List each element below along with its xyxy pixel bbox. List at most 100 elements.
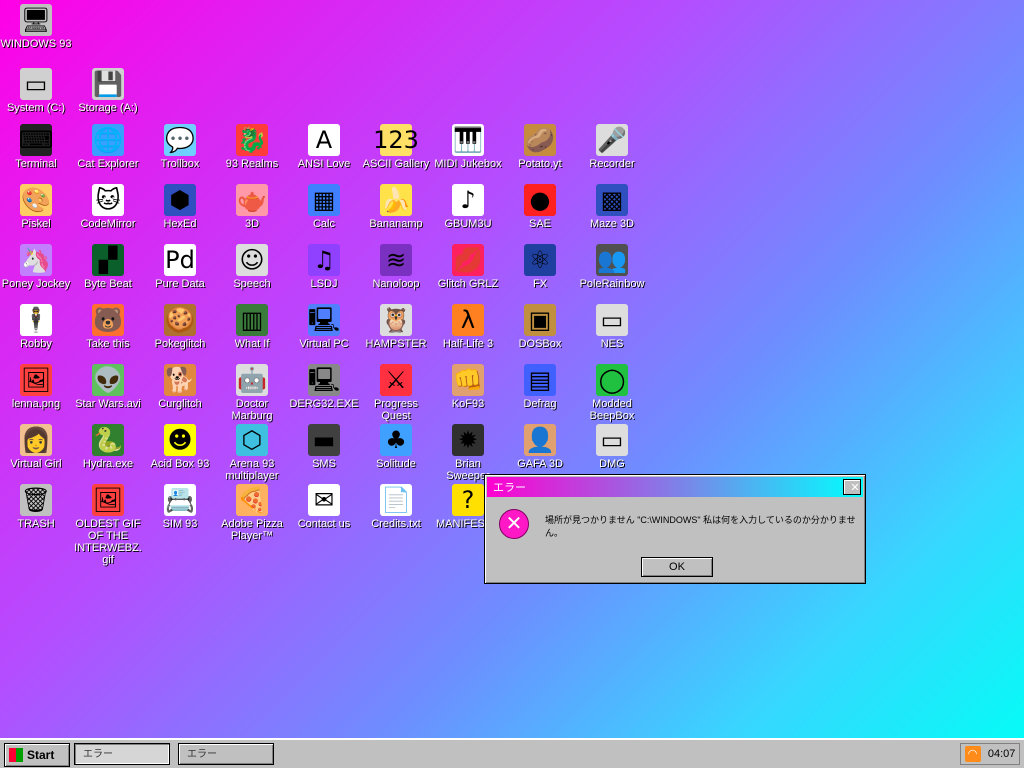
star-wars-avi-icon: 👽 <box>92 364 124 396</box>
desktop-icon-sms[interactable]: ▬ SMS <box>288 424 360 470</box>
desktop-icon-credits-txt[interactable]: 📄 Credits.txt <box>360 484 432 530</box>
desktop-icon-acid-box-93[interactable]: ☻ Acid Box 93 <box>144 424 216 470</box>
desktop-icon-ascii-gallery[interactable]: 123 ASCII Gallery <box>360 124 432 170</box>
desktop-icon-windows-93[interactable]: 🖥 WINDOWS 93 <box>0 4 72 50</box>
desktop-icon-piskel[interactable]: 🎨 Piskel <box>0 184 72 230</box>
desktop-icon-pokeglitch[interactable]: 🍪 Pokeglitch <box>144 304 216 350</box>
desktop-icon-dosbox[interactable]: ▣ DOSBox <box>504 304 576 350</box>
desktop-icon-modded-beepbox[interactable]: ◯ Modded BeepBox <box>576 364 648 422</box>
desktop-icon-fx[interactable]: ⚛ FX <box>504 244 576 290</box>
desktop-icon-recorder[interactable]: 🎤 Recorder <box>576 124 648 170</box>
desktop-icon-codemirror[interactable]: 🐱 CodeMirror <box>72 184 144 230</box>
desktop-icon-byte-beat[interactable]: ▞ Byte Beat <box>72 244 144 290</box>
taskbar-task-error-1[interactable]: エラー <box>74 743 170 765</box>
desktop-icon-curglitch[interactable]: 🐕 Curglitch <box>144 364 216 410</box>
manifesto-icon: ? <box>452 484 484 516</box>
desktop-icon-label: Curglitch <box>158 398 202 410</box>
desktop-icon-hampster[interactable]: 🦉 HAMPSTER <box>360 304 432 350</box>
desktop-icon-label: Maze 3D <box>589 218 635 230</box>
close-button[interactable]: ✕ <box>843 479 861 495</box>
desktop-icon-gbum3u[interactable]: ♪ GBUM3U <box>432 184 504 230</box>
pure-data-icon: Pd <box>164 244 196 276</box>
desktop-icon-derg32-exe[interactable]: 🖳 DERG32.EXE <box>288 364 360 410</box>
desktop-icon-cat-explorer[interactable]: 🌐 Cat Explorer <box>72 124 144 170</box>
desktop-icon-half-life-3[interactable]: λ Half-Life 3 <box>432 304 504 350</box>
desktop-icon-glitch-grlz[interactable]: 💋 Glitch GRLZ <box>432 244 504 290</box>
desktop-icon-nes[interactable]: ▭ NES <box>576 304 648 350</box>
desktop-icon-nanoloop[interactable]: ≋ Nanoloop <box>360 244 432 290</box>
desktop-icon-take-this[interactable]: 🐻 Take this <box>72 304 144 350</box>
desktop-icon-potato-yt[interactable]: 🥔 Potato.yt <box>504 124 576 170</box>
ok-button[interactable]: OK <box>641 557 713 577</box>
desktop-icon-gafa-3d[interactable]: 👤 GAFA 3D <box>504 424 576 470</box>
contact-us-icon: ✉ <box>308 484 340 516</box>
desktop-icon-pure-data[interactable]: Pd Pure Data <box>144 244 216 290</box>
desktop-icon-bananamp[interactable]: 🍌 Bananamp <box>360 184 432 230</box>
desktop-icon-label: PoleRainbow <box>579 278 645 290</box>
desktop-icon-progress-quest[interactable]: ⚔ Progress Quest <box>360 364 432 422</box>
desktop-icon-trollbox[interactable]: 💬 Trollbox <box>144 124 216 170</box>
desktop-icon-label: GAFA 3D <box>517 458 563 470</box>
desktop-icon-speech[interactable]: ☺ Speech <box>216 244 288 290</box>
maze-3d-icon: ▩ <box>596 184 628 216</box>
rss-icon[interactable]: ◠ <box>964 746 981 762</box>
desktop-icon-ansi-love[interactable]: A ANSI Love <box>288 124 360 170</box>
desktop-icon-label: Contact us <box>297 518 351 530</box>
desktop-icon-label: LSDJ <box>310 278 338 290</box>
start-button[interactable]: Start <box>4 743 70 767</box>
desktop-icon-label: Potato.yt <box>518 158 562 170</box>
byte-beat-icon: ▞ <box>92 244 124 276</box>
desktop-icon-93-realms[interactable]: 🐉 93 Realms <box>216 124 288 170</box>
desktop-icon-calc[interactable]: ▦ Calc <box>288 184 360 230</box>
desktop-icon-terminal[interactable]: ⌨ Terminal <box>0 124 72 170</box>
desktop-icon-label: HAMPSTER <box>365 338 427 350</box>
desktop-icon-maze-3d[interactable]: ▩ Maze 3D <box>576 184 648 230</box>
desktop: 🖥 WINDOWS 93 ▭ System (C:) 💾 Storage (A:) ⌨ Ter… <box>0 0 1024 738</box>
desktop-icon-midi-jukebox[interactable]: 🎹 MIDI Jukebox <box>432 124 504 170</box>
desktop-icon-trash[interactable]: 🗑 TRASH <box>0 484 72 530</box>
dialog-titlebar[interactable]: エラー ✕ <box>487 477 863 497</box>
desktop-icon-label: FX <box>532 278 548 290</box>
nanoloop-icon: ≋ <box>380 244 412 276</box>
desktop-icon-oldest-gif-of-the-interwebz-gif[interactable]: 🖼 OLDEST GIF OF THE INTERWEBZ.gif <box>72 484 144 566</box>
desktop-icon-storage-a[interactable]: 💾 Storage (A:) <box>72 68 144 114</box>
desktop-icon-label: Cat Explorer <box>77 158 139 170</box>
desktop-icon-poney-jockey[interactable]: 🦄 Poney Jockey <box>0 244 72 290</box>
desktop-icon-star-wars-avi[interactable]: 👽 Star Wars.avi <box>72 364 144 410</box>
speech-icon: ☺ <box>236 244 268 276</box>
desktop-icon-adobe-pizza-player[interactable]: 🍕 Adobe Pizza Player™ <box>216 484 288 542</box>
desktop-icon-label: Trollbox <box>160 158 200 170</box>
desktop-icon-label: SAE <box>528 218 551 230</box>
cat-explorer-icon: 🌐 <box>92 124 124 156</box>
desktop-icon-virtual-pc[interactable]: 🖳 Virtual PC <box>288 304 360 350</box>
polerainbow-icon: 👥 <box>596 244 628 276</box>
desktop-icon-solitude[interactable]: ♣ Solitude <box>360 424 432 470</box>
desktop-icon-virtual-girl[interactable]: 👩 Virtual Girl <box>0 424 72 470</box>
desktop-icon-label: SMS <box>312 458 336 470</box>
recorder-icon: 🎤 <box>596 124 628 156</box>
desktop-icon-lenna-png[interactable]: 🖼 lenna.png <box>0 364 72 410</box>
desktop-icon-sim-93[interactable]: 📇 SIM 93 <box>144 484 216 530</box>
desktop-icon-hydra-exe[interactable]: 🐍 Hydra.exe <box>72 424 144 470</box>
desktop-icon-polerainbow[interactable]: 👥 PoleRainbow <box>576 244 648 290</box>
desktop-icon-defrag[interactable]: ▤ Defrag <box>504 364 576 410</box>
desktop-icon-lsdj[interactable]: ♫ LSDJ <box>288 244 360 290</box>
desktop-icon-robby[interactable]: 🕴 Robby <box>0 304 72 350</box>
desktop-icon-hexed[interactable]: ⬢ HexEd <box>144 184 216 230</box>
desktop-icon-dmg[interactable]: ▭ DMG <box>576 424 648 470</box>
desktop-icon-label: NES <box>600 338 624 350</box>
taskbar-task-error-2[interactable]: エラー <box>178 743 274 765</box>
lenna-png-icon: 🖼 <box>20 364 52 396</box>
start-label: Start <box>27 748 55 762</box>
desktop-icon-kof93[interactable]: 👊 KoF93 <box>432 364 504 410</box>
desktop-icon-sae[interactable]: ● SAE <box>504 184 576 230</box>
desktop-icon-arena-93-multiplayer[interactable]: ⬡ Arena 93 multiplayer <box>216 424 288 482</box>
desktop-icon-what-if[interactable]: ▥ What If <box>216 304 288 350</box>
modded-beepbox-icon: ◯ <box>596 364 628 396</box>
desktop-icon-contact-us[interactable]: ✉ Contact us <box>288 484 360 530</box>
desktop-icon-3d[interactable]: 🫖 3D <box>216 184 288 230</box>
desktop-icon-system-c[interactable]: ▭ System (C:) <box>0 68 72 114</box>
desktop-icon-label: ANSI Love <box>297 158 351 170</box>
desktop-icon-doctor-marburg[interactable]: 🤖 Doctor Marburg <box>216 364 288 422</box>
desktop-icon-label: Recorder <box>589 158 635 170</box>
